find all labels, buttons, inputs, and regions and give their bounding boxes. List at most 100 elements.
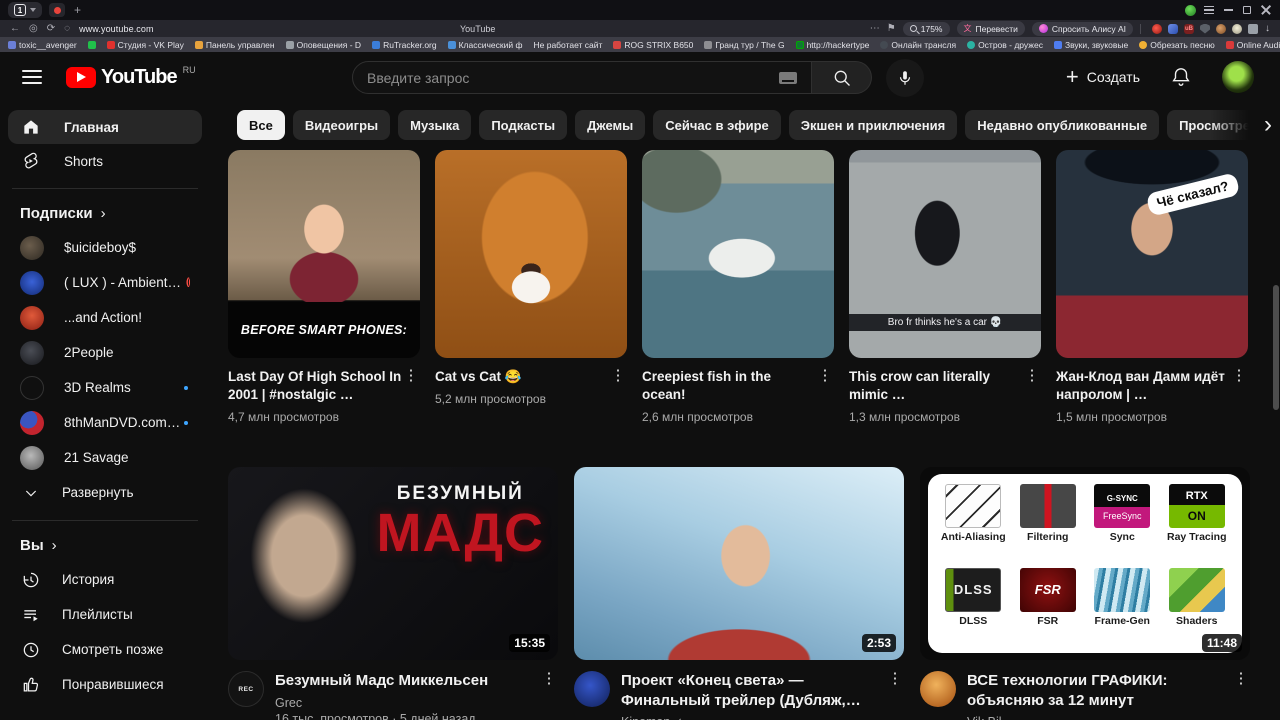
shorts-card[interactable]: Cat vs Cat 😂 5,2 млн просмотров ⋮ bbox=[435, 150, 627, 424]
extension-shield-icon[interactable] bbox=[1200, 23, 1210, 34]
kebab-menu-icon[interactable]: ⋮ bbox=[1232, 670, 1250, 720]
channel-avatar[interactable] bbox=[920, 671, 956, 707]
kebab-menu-icon[interactable]: ⋮ bbox=[1230, 367, 1248, 424]
search-input[interactable] bbox=[367, 69, 779, 86]
video-title[interactable]: Безумный Мадс Миккельсен bbox=[275, 671, 529, 691]
scrollbar-thumb[interactable] bbox=[1273, 285, 1279, 410]
video-thumbnail[interactable]: 2:53 bbox=[574, 467, 904, 660]
shorts-thumbnail[interactable]: BEFORE SMART PHONES: bbox=[228, 150, 420, 358]
browser-tab-pinned[interactable] bbox=[49, 3, 65, 17]
bookmark-flag-icon[interactable]: ⚑ bbox=[887, 23, 896, 34]
kebab-menu-icon[interactable]: ⋮ bbox=[1023, 367, 1041, 424]
subscription-suicideboys[interactable]: $uicideboy$ bbox=[8, 230, 202, 265]
kebab-menu-icon[interactable]: ⋮ bbox=[609, 367, 627, 406]
chip-recently-uploaded[interactable]: Недавно опубликованные bbox=[965, 110, 1160, 140]
extension-icon[interactable] bbox=[1168, 23, 1178, 34]
shorts-thumbnail[interactable]: Bro fr thinks he's a car 💀 bbox=[849, 150, 1041, 358]
chip-podcasts[interactable]: Подкасты bbox=[479, 110, 568, 140]
sidebar-item-watch-later[interactable]: Смотреть позже bbox=[8, 632, 202, 667]
create-button[interactable]: + Создать bbox=[1066, 66, 1140, 88]
you-header[interactable]: Вы › bbox=[8, 531, 202, 562]
bookmark-item[interactable]: Классический ф bbox=[447, 40, 522, 50]
bookmark-item[interactable]: Не работает сайт bbox=[533, 40, 602, 50]
browser-tab-active[interactable]: 1 bbox=[8, 2, 42, 18]
chip-gaming[interactable]: Видеоигры bbox=[292, 110, 391, 140]
video-thumbnail[interactable]: БЕЗУМНЫЙ МАДС 15:35 bbox=[228, 467, 558, 660]
kebab-menu-icon[interactable]: ⋮ bbox=[816, 367, 834, 424]
browser-extension-green-icon[interactable] bbox=[1184, 4, 1196, 16]
bookmark-item[interactable]: Онлайн трансля bbox=[880, 40, 956, 50]
shorts-thumbnail[interactable] bbox=[642, 150, 834, 358]
bookmark-item[interactable]: Обрезать песню bbox=[1139, 40, 1215, 50]
channel-name[interactable]: Grec bbox=[275, 696, 529, 710]
channel-avatar[interactable] bbox=[574, 671, 610, 707]
kebab-menu-icon[interactable]: ⋮ bbox=[402, 367, 420, 424]
site-security-icon[interactable]: ◌ bbox=[64, 23, 70, 34]
reload-icon[interactable]: ⟳ bbox=[47, 23, 55, 34]
window-restore-button[interactable] bbox=[1241, 4, 1253, 16]
shorts-title[interactable]: Last Day Of High School In 2001 | #nosta… bbox=[228, 368, 402, 404]
sidebar-item-liked[interactable]: Понравившиеся bbox=[8, 667, 202, 702]
voice-search-button[interactable] bbox=[886, 58, 924, 97]
sidebar-item-playlists[interactable]: Плейлисты bbox=[8, 597, 202, 632]
shorts-card[interactable]: BEFORE SMART PHONES: Last Day Of High Sc… bbox=[228, 150, 420, 424]
shorts-thumbnail[interactable]: Чё сказал? bbox=[1056, 150, 1248, 358]
extension-icon[interactable]: uB bbox=[1184, 23, 1194, 34]
bookmark-item[interactable]: Гранд тур / The G bbox=[704, 40, 785, 50]
channel-name[interactable]: Kinoman ✓ bbox=[621, 715, 875, 720]
subscription-and-action[interactable]: ...and Action! bbox=[8, 300, 202, 335]
kebab-menu-icon[interactable]: ⋮ bbox=[886, 670, 904, 720]
sidebar-item-history[interactable]: История bbox=[8, 562, 202, 597]
notifications-bell-icon[interactable] bbox=[1170, 66, 1192, 88]
window-minimize-button[interactable] bbox=[1222, 4, 1234, 16]
shorts-card[interactable]: Чё сказал? Жан-Клод ван Дамм идёт напрол… bbox=[1056, 150, 1248, 424]
zoom-control[interactable]: 175% bbox=[902, 21, 950, 36]
bookmark-item[interactable]: Студия - VK Play bbox=[106, 40, 184, 50]
browser-menu-button[interactable] bbox=[1203, 4, 1215, 16]
bookmark-item[interactable]: RuTracker.org bbox=[372, 40, 437, 50]
back-icon[interactable]: ← bbox=[10, 23, 20, 34]
search-box[interactable] bbox=[352, 61, 812, 94]
shorts-card[interactable]: Bro fr thinks he's a car 💀 This crow can… bbox=[849, 150, 1041, 424]
protect-shield-icon[interactable]: ◎ bbox=[29, 23, 38, 34]
bookmark-item[interactable]: Панель управлен bbox=[194, 40, 275, 50]
video-thumbnail[interactable]: Anti-Aliasing Filtering G-SYNC FreeSync Sy… bbox=[920, 467, 1250, 660]
video-card[interactable]: 2:53 Проект «Конец света» — Финальный тр… bbox=[574, 467, 904, 720]
video-title[interactable]: ВСЕ технологии ГРАФИКИ: объясняю за 12 м… bbox=[967, 671, 1221, 710]
bookmark-item[interactable]: Остров - дружес bbox=[967, 40, 1043, 50]
chips-scroll-right-icon[interactable]: › bbox=[1264, 113, 1272, 137]
new-tab-button[interactable]: + bbox=[74, 4, 81, 16]
channel-avatar[interactable]: REC bbox=[228, 671, 264, 707]
extension-clipboard-icon[interactable] bbox=[1248, 23, 1258, 34]
account-avatar[interactable] bbox=[1222, 61, 1254, 93]
subscription-lux[interactable]: ( LUX ) - Ambient…((•)) bbox=[8, 265, 202, 300]
kebab-menu-icon[interactable]: ⋮ bbox=[540, 670, 558, 720]
more-actions-icon[interactable]: ⋯ bbox=[870, 23, 880, 34]
downloads-icon[interactable]: ↓ bbox=[1265, 23, 1270, 34]
extension-bulb-icon[interactable] bbox=[1232, 23, 1242, 34]
bookmark-item[interactable]: ROG STRIX B650 bbox=[613, 40, 693, 50]
guide-menu-button[interactable] bbox=[22, 70, 42, 84]
window-close-button[interactable] bbox=[1260, 4, 1272, 16]
chip-music[interactable]: Музыка bbox=[398, 110, 472, 140]
bookmark-item[interactable]: Оповещения - D bbox=[285, 40, 361, 50]
subscription-2people[interactable]: 2People bbox=[8, 335, 202, 370]
subscriptions-header[interactable]: Подписки › bbox=[8, 199, 202, 230]
shorts-title[interactable]: Cat vs Cat 😂 bbox=[435, 368, 609, 386]
extension-icon[interactable] bbox=[1216, 23, 1226, 34]
channel-name[interactable]: Vik Bil bbox=[967, 715, 1221, 720]
extension-icon[interactable] bbox=[1152, 23, 1162, 34]
bookmark-item[interactable]: Online Audio Edit bbox=[1225, 40, 1280, 50]
video-card[interactable]: Anti-Aliasing Filtering G-SYNC FreeSync Sy… bbox=[920, 467, 1250, 720]
bookmark-item[interactable]: toxic__avenger bbox=[8, 40, 77, 50]
subscription-3d-realms[interactable]: 3D Realms bbox=[8, 370, 202, 405]
youtube-logo[interactable]: YouTube RU bbox=[66, 65, 196, 88]
bookmark-item[interactable]: http://hackertype bbox=[795, 40, 869, 50]
subscriptions-expand[interactable]: Развернуть bbox=[8, 475, 202, 510]
shorts-thumbnail[interactable] bbox=[435, 150, 627, 358]
url-text[interactable]: www.youtube.com bbox=[79, 24, 154, 34]
bookmark-item[interactable] bbox=[87, 40, 96, 49]
sidebar-item-home[interactable]: Главная bbox=[8, 110, 202, 144]
chip-action-adventure[interactable]: Экшен и приключения bbox=[788, 110, 958, 140]
chip-live[interactable]: Сейчас в эфире bbox=[653, 110, 781, 140]
